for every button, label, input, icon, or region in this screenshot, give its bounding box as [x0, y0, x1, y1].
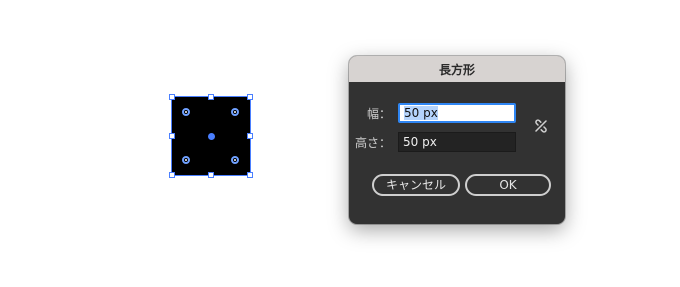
- resize-handle-top-left[interactable]: [169, 94, 175, 100]
- resize-handle-bottom-left[interactable]: [169, 172, 175, 178]
- width-label: 幅：: [366, 106, 391, 121]
- height-value: 50 px: [403, 135, 437, 149]
- broken-link-icon[interactable]: [534, 118, 548, 134]
- corner-widget-bottom-right[interactable]: [231, 156, 239, 164]
- resize-handle-bottom[interactable]: [208, 172, 214, 178]
- dialog-title: 長方形: [349, 56, 565, 82]
- resize-handle-top-right[interactable]: [247, 94, 253, 100]
- width-row: 幅： 50 px: [349, 103, 516, 123]
- height-field[interactable]: 50 px: [398, 132, 516, 152]
- resize-handle-bottom-right[interactable]: [247, 172, 253, 178]
- width-field[interactable]: 50 px: [398, 103, 516, 123]
- corner-widget-top-right[interactable]: [231, 108, 239, 116]
- height-label: 高さ：: [354, 135, 391, 150]
- height-row: 高さ： 50 px: [349, 132, 516, 152]
- resize-handle-left[interactable]: [169, 133, 175, 139]
- resize-handle-right[interactable]: [247, 133, 253, 139]
- resize-handle-top[interactable]: [208, 94, 214, 100]
- selected-rectangle[interactable]: [168, 93, 254, 179]
- width-value: 50 px: [404, 106, 438, 120]
- rectangle-dialog: 長方形 幅： 50 px 高さ： 50 px キャンセル OK: [349, 56, 565, 224]
- corner-widget-bottom-left[interactable]: [182, 156, 190, 164]
- cancel-button[interactable]: キャンセル: [372, 174, 460, 196]
- ok-button[interactable]: OK: [465, 174, 551, 196]
- center-point: [208, 133, 215, 140]
- corner-widget-top-left[interactable]: [182, 108, 190, 116]
